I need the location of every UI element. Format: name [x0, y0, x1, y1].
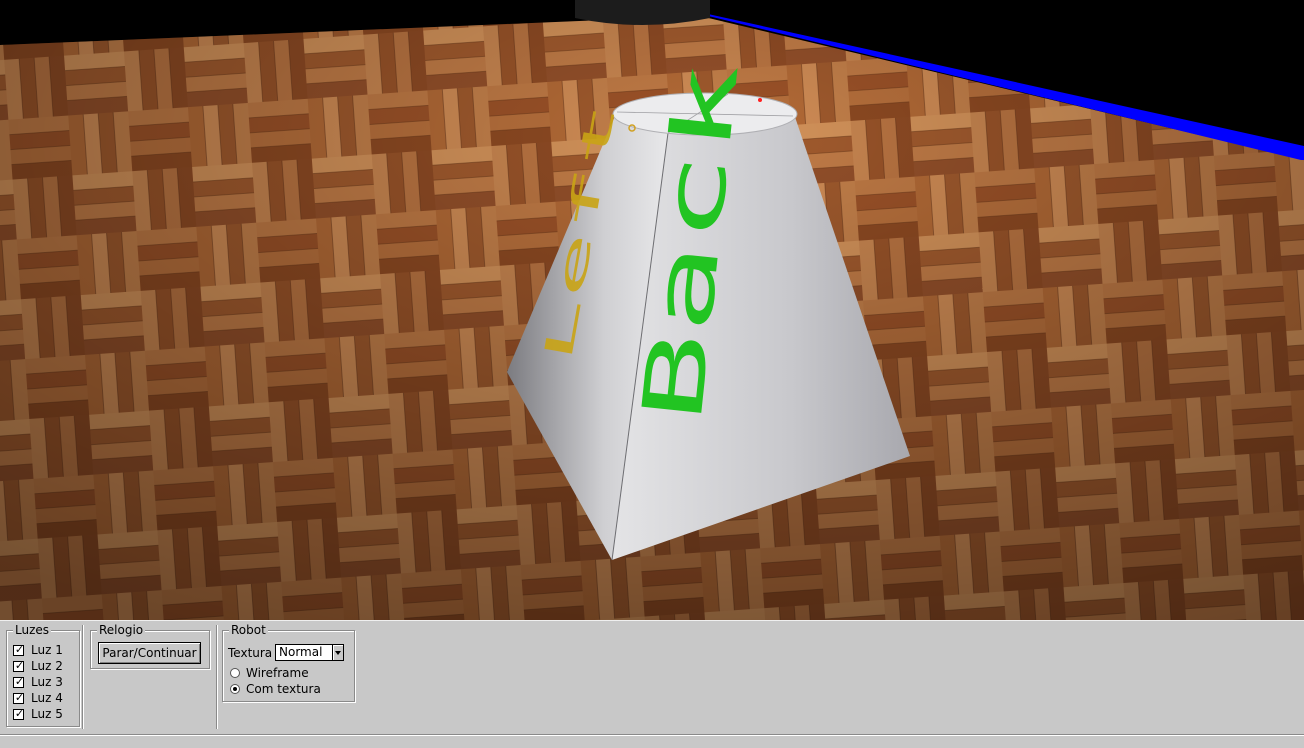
checkbox-label: Luz 4 — [31, 691, 63, 705]
checkbox-box[interactable]: ✓ — [13, 674, 25, 688]
light-2-checkbox[interactable]: ✓ Luz 2 — [13, 658, 63, 674]
check-icon: ✓ — [14, 690, 25, 704]
checkbox-box[interactable]: ✓ — [13, 690, 25, 704]
bottom-separator — [0, 734, 1304, 736]
chevron-down-icon[interactable] — [332, 645, 343, 660]
check-icon: ✓ — [14, 642, 25, 656]
check-icon: ✓ — [14, 658, 25, 672]
check-icon: ✓ — [14, 674, 25, 688]
texture-select[interactable]: Normal — [275, 644, 344, 661]
panel-separator — [82, 625, 84, 729]
clock-group-title: Relogio — [97, 623, 146, 637]
background-cylinder — [575, 0, 710, 25]
radio-label: Wireframe — [246, 666, 309, 680]
wireframe-radio[interactable]: Wireframe — [230, 665, 309, 681]
panel-separator — [216, 625, 218, 729]
checkbox-label: Luz 3 — [31, 675, 63, 689]
textured-radio[interactable]: Com textura — [230, 681, 321, 697]
clock-group: Relogio Parar/Continuar — [90, 623, 210, 669]
light-3-checkbox[interactable]: ✓ Luz 3 — [13, 674, 63, 690]
texture-select-value: Normal — [279, 645, 323, 659]
checkbox-box[interactable]: ✓ — [13, 658, 25, 672]
checkbox-label: Luz 1 — [31, 643, 63, 657]
radio-label: Com textura — [246, 682, 321, 696]
scene-canvas: Back Left — [0, 0, 1304, 620]
radio-selected-dot — [233, 687, 237, 691]
checkbox-label: Luz 2 — [31, 659, 63, 673]
radio-button[interactable] — [230, 668, 240, 678]
light-1-checkbox[interactable]: ✓ Luz 1 — [13, 642, 63, 658]
pause-continue-button[interactable]: Parar/Continuar — [98, 642, 201, 664]
robot-group: Robot Textura Normal Wireframe Com textu… — [222, 623, 355, 702]
checkbox-label: Luz 5 — [31, 707, 63, 721]
radio-button[interactable] — [230, 684, 240, 694]
control-panel: Luzes ✓ Luz 1 ✓ Luz 2 ✓ Luz 3 ✓ Luz 4 ✓ … — [0, 620, 1304, 748]
checkbox-box[interactable]: ✓ — [13, 642, 25, 656]
check-icon: ✓ — [14, 706, 25, 720]
lights-group-title: Luzes — [13, 623, 52, 637]
texture-label: Textura — [228, 646, 273, 660]
robot-group-title: Robot — [229, 623, 268, 637]
opengl-viewport[interactable]: Back Left — [0, 0, 1304, 620]
lights-group: Luzes ✓ Luz 1 ✓ Luz 2 ✓ Luz 3 ✓ Luz 4 ✓ … — [6, 623, 80, 727]
light-5-checkbox[interactable]: ✓ Luz 5 — [13, 706, 63, 722]
checkbox-box[interactable]: ✓ — [13, 706, 25, 720]
light-4-checkbox[interactable]: ✓ Luz 4 — [13, 690, 63, 706]
